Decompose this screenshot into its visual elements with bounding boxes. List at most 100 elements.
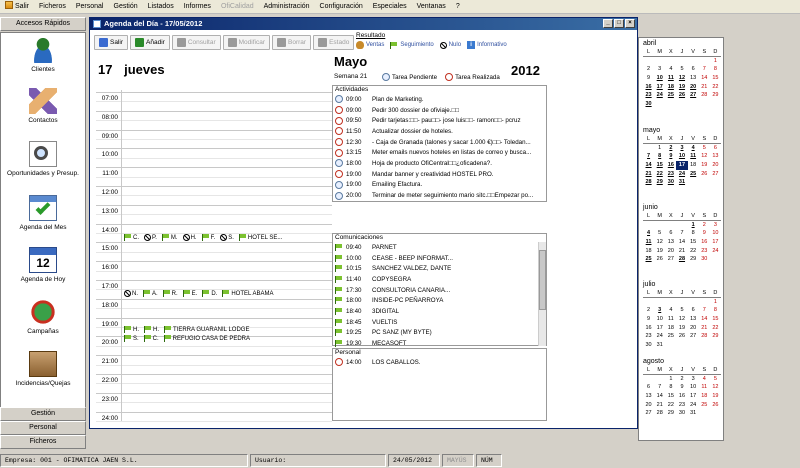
calendar-day[interactable]: 15 [710,74,721,83]
calendar-day[interactable]: 5 [676,306,687,315]
comunicacion-row[interactable]: 10:15 SANCHEZ VALDEZ, DANTE [333,263,546,274]
calendar-day[interactable]: 23 [643,332,654,341]
calendar-day[interactable]: 10 [710,229,721,238]
calendar-day[interactable]: 30 [643,341,654,350]
calendar-day[interactable]: 20 [710,161,721,170]
calendar-day[interactable]: 22 [710,324,721,333]
comunicaciones-scrollbar[interactable] [538,242,546,346]
calendar-day[interactable]: 22 [710,83,721,92]
calendar-day[interactable]: 17 [688,392,699,401]
calendar-day[interactable]: 13 [710,152,721,161]
calendar-day[interactable]: 8 [688,229,699,238]
menu-?[interactable]: ? [451,0,465,14]
calendar-day[interactable]: 29 [665,409,676,418]
calendar-day[interactable]: 15 [688,238,699,247]
calendar-day[interactable]: 28 [699,332,710,341]
calendar-day[interactable]: 6 [710,144,721,153]
appointment[interactable]: TIERRA GUARANIL LODGE [164,326,249,333]
appointment[interactable]: C. [143,335,159,342]
sidebar-item-agenda[interactable]: 12 Agenda de Hoy [1,247,85,283]
calendar-day[interactable]: 15 [654,161,665,170]
comunicacion-row[interactable]: 18:40 3DIGITAL [333,306,546,317]
calendar-day[interactable]: 19 [676,324,687,333]
calendar-day[interactable]: 12 [676,74,687,83]
calendar-day[interactable]: 26 [699,170,710,179]
appointment[interactable]: E. [182,290,197,297]
calendar-day[interactable]: 28 [676,255,687,264]
calendar-day[interactable]: 24 [710,247,721,256]
calendar-day[interactable]: 31 [688,409,699,418]
appointment[interactable]: H. [182,234,197,241]
calendar-day[interactable]: 16 [699,238,710,247]
calendar-day[interactable]: 14 [699,315,710,324]
calendar-day[interactable]: 16 [643,324,654,333]
calendar-day[interactable]: 1 [654,144,665,153]
calendar-day[interactable]: 27 [688,91,699,100]
calendar-day[interactable]: 30 [643,100,654,109]
calendar-day[interactable]: 13 [665,238,676,247]
calendar-day[interactable]: 25 [665,332,676,341]
calendar-day[interactable]: 19 [654,247,665,256]
calendar-day[interactable]: 3 [654,65,665,74]
calendar-day[interactable]: 19 [699,161,710,170]
calendar-day[interactable]: 16 [665,161,676,170]
calendar-day[interactable]: 25 [699,401,710,410]
calendar-day[interactable]: 8 [654,152,665,161]
menu-configuracin[interactable]: Configuración [315,0,368,14]
calendar-day[interactable]: 9 [699,229,710,238]
calendar-day[interactable]: 15 [665,392,676,401]
calendar-day[interactable]: 18 [699,392,710,401]
calendar-day[interactable]: 26 [654,255,665,264]
menu-ventanas[interactable]: Ventanas [412,0,451,14]
calendar-day[interactable]: 2 [643,306,654,315]
calendar-day[interactable]: 27 [688,332,699,341]
calendar-day[interactable]: 14 [643,161,654,170]
calendar-day[interactable]: 12 [654,238,665,247]
calendar-day[interactable]: 14 [676,238,687,247]
calendar-day[interactable]: 3 [710,221,721,230]
calendar-day[interactable]: 4 [665,65,676,74]
maximize-button[interactable]: □ [614,19,624,28]
calendar-day[interactable]: 30 [676,409,687,418]
calendar-day[interactable]: 4 [643,229,654,238]
calendar-day[interactable]: 10 [654,315,665,324]
appointment[interactable]: C. [124,234,139,241]
calendar-day[interactable]: 3 [654,306,665,315]
comunicacion-row[interactable]: 11:40 COPYSEGRA [333,274,546,285]
calendar-day[interactable]: 28 [643,178,654,187]
calendar-day[interactable]: 5 [676,65,687,74]
calendar-day[interactable]: 17 [654,83,665,92]
calendar-day[interactable]: 11 [688,152,699,161]
calendar-day[interactable]: 12 [699,152,710,161]
menu-administracin[interactable]: Administración [259,0,315,14]
calendar-day[interactable]: 23 [665,170,676,179]
calendar-day[interactable]: 4 [665,306,676,315]
calendar-day[interactable]: 20 [688,83,699,92]
calendar-day[interactable]: 20 [643,401,654,410]
sidebar-item-contactos[interactable]: Contactos [1,88,85,124]
calendar-day[interactable]: 3 [688,375,699,384]
comunicacion-row[interactable]: 19:25 PC SANZ (MY BYTE) [333,328,546,339]
minimize-button[interactable]: _ [603,19,613,28]
calendar-day[interactable]: 6 [688,306,699,315]
calendar-day[interactable]: 17 [710,238,721,247]
calendar-day[interactable]: 28 [654,409,665,418]
calendar-day[interactable]: 18 [643,247,654,256]
calendar-day[interactable]: 19 [676,83,687,92]
appointment[interactable]: H. [124,326,139,333]
calendar-day[interactable]: 12 [710,383,721,392]
calendar-day[interactable]: 29 [710,332,721,341]
calendar-day[interactable]: 6 [688,65,699,74]
calendar-day[interactable]: 6 [643,383,654,392]
calendar-day[interactable]: 23 [699,247,710,256]
calendar-day[interactable]: 2 [699,221,710,230]
menu-especiales[interactable]: Especiales [368,0,412,14]
calendar-day[interactable]: 25 [643,255,654,264]
calendar-day[interactable]: 11 [699,383,710,392]
calendar-day[interactable]: 8 [665,383,676,392]
calendar-day[interactable]: 5 [654,229,665,238]
sidebar-button-personal[interactable]: Personal [0,421,86,435]
actividad-row[interactable]: 12:30 - Caja de Granada (talones y sacar … [333,137,546,148]
calendar-day[interactable]: 30 [699,255,710,264]
calendar-day[interactable]: 1 [710,298,721,307]
